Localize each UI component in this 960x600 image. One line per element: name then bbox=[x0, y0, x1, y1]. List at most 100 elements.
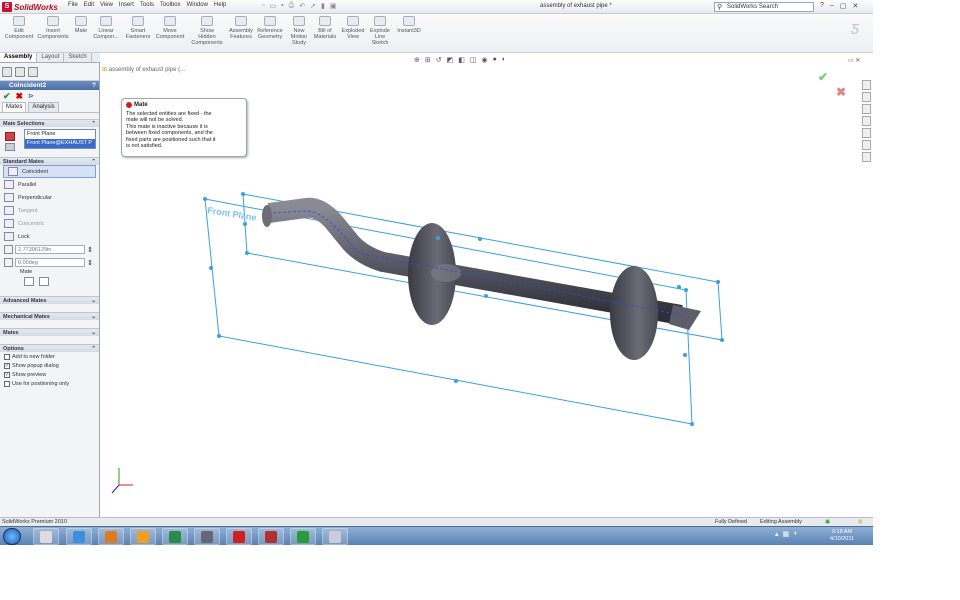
checkbox[interactable] bbox=[4, 353, 10, 360]
design-library-tab-icon[interactable] bbox=[862, 92, 871, 102]
save-icon[interactable]: ▪ bbox=[281, 2, 283, 10]
checkbox[interactable] bbox=[4, 380, 10, 387]
taskbar-excel[interactable] bbox=[290, 528, 316, 545]
standard-mates-section[interactable]: Standard Mates ⌃ bbox=[0, 157, 99, 165]
advanced-mates-section[interactable]: Advanced Mates ⌄ bbox=[0, 296, 99, 304]
app-logo[interactable]: S SolidWorks bbox=[2, 1, 58, 13]
viewport-restore-icon[interactable]: ▭ bbox=[848, 58, 854, 64]
taskbar-app-8[interactable] bbox=[258, 528, 284, 545]
zoom-fit-icon[interactable]: ⊕ bbox=[414, 56, 420, 64]
smart-fasteners-button[interactable]: Smart Fasteners bbox=[121, 16, 155, 40]
taskbar-app-10[interactable] bbox=[322, 528, 348, 545]
selection-item[interactable]: Front Plane@EXHAUST P bbox=[25, 139, 95, 148]
new-icon[interactable]: ▫ bbox=[262, 2, 264, 10]
option-positioning-only[interactable]: Use for positioning only bbox=[0, 379, 99, 388]
pushpin-icon[interactable]: ⊳ bbox=[28, 92, 34, 100]
view-palette-tab-icon[interactable] bbox=[862, 128, 871, 138]
previous-view-icon[interactable]: ↺ bbox=[436, 56, 442, 64]
hide-show-icon[interactable]: ◉ bbox=[482, 56, 488, 64]
restore-icon[interactable]: ▢ bbox=[840, 2, 847, 10]
file-explorer-tab-icon[interactable] bbox=[862, 104, 871, 114]
tab-analysis[interactable]: Analysis bbox=[28, 102, 59, 112]
minimize-icon[interactable]: – bbox=[830, 2, 834, 10]
tab-assembly[interactable]: Assembly bbox=[0, 53, 38, 62]
linear-pattern-button[interactable]: Linear Compon... bbox=[89, 16, 123, 40]
search-tab-icon[interactable] bbox=[862, 116, 871, 126]
status-icon[interactable]: ▣ bbox=[825, 518, 830, 526]
options-section[interactable]: Options ⌃ bbox=[0, 344, 99, 352]
close-icon[interactable]: ✕ bbox=[852, 2, 858, 10]
property-manager-tab-icon[interactable] bbox=[15, 66, 25, 77]
appearances-tab-icon[interactable] bbox=[862, 140, 871, 150]
taskbar-app-1[interactable] bbox=[33, 528, 59, 545]
appearance-icon[interactable]: ● bbox=[493, 56, 497, 64]
menu-edit[interactable]: Edit bbox=[84, 2, 94, 8]
network-icon[interactable]: ▦ bbox=[783, 530, 790, 538]
taskbar-firefox[interactable] bbox=[98, 528, 124, 545]
mate-coincident[interactable]: Coincident bbox=[3, 165, 96, 178]
help-icon[interactable]: ? bbox=[820, 2, 824, 10]
option-add-to-folder[interactable]: Add to new folder bbox=[0, 352, 99, 361]
menu-file[interactable]: File bbox=[68, 2, 78, 8]
menu-view[interactable]: View bbox=[100, 2, 113, 8]
resources-tab-icon[interactable] bbox=[862, 80, 871, 90]
taskbar-app-6[interactable] bbox=[194, 528, 220, 545]
mate-parallel[interactable]: Parallel bbox=[0, 178, 99, 191]
checkbox[interactable]: ✓ bbox=[4, 371, 10, 378]
mate-selections-section[interactable]: Mate Selections ⌃ bbox=[0, 119, 99, 127]
option-show-preview[interactable]: ✓ Show preview bbox=[0, 370, 99, 379]
feature-tree-tab-icon[interactable] bbox=[2, 66, 12, 77]
taskbar-solidworks[interactable] bbox=[226, 528, 252, 545]
taskbar-app-5[interactable] bbox=[162, 528, 188, 545]
selection-item[interactable]: Front Plane bbox=[25, 130, 95, 139]
tab-sketch[interactable]: Sketch bbox=[64, 53, 92, 62]
volume-icon[interactable]: ◖ bbox=[793, 530, 797, 538]
anti-aligned-button[interactable] bbox=[39, 277, 49, 286]
pm-help-icon[interactable]: ? bbox=[92, 81, 96, 90]
distance-input[interactable]: 2.77306129in bbox=[15, 245, 86, 254]
scene-icon[interactable]: ◐ bbox=[502, 56, 506, 64]
clock[interactable]: 9:18 AM 4/10/2011 bbox=[830, 529, 854, 543]
view-orientation-icon[interactable]: ◧ bbox=[458, 56, 465, 64]
tab-mates[interactable]: Mates bbox=[2, 102, 27, 112]
rebuild-icon[interactable]: ▮ bbox=[321, 2, 325, 10]
tray-icon[interactable]: ▴ bbox=[775, 530, 779, 538]
menu-tools[interactable]: Tools bbox=[140, 2, 154, 8]
menu-help[interactable]: Help bbox=[214, 2, 226, 8]
mechanical-mates-section[interactable]: Mechanical Mates ⌄ bbox=[0, 312, 99, 320]
instant3d-button[interactable]: Instant3D bbox=[392, 16, 426, 34]
open-icon[interactable]: ▭ bbox=[269, 2, 276, 10]
aligned-button[interactable] bbox=[24, 277, 34, 286]
spinner-icon[interactable]: ⇕ bbox=[87, 259, 93, 267]
move-component-button[interactable]: Move Component bbox=[153, 16, 187, 40]
menu-window[interactable]: Window bbox=[187, 2, 208, 8]
viewport-close-icon[interactable]: ✕ bbox=[855, 58, 860, 64]
spinner-icon[interactable]: ⇕ bbox=[87, 246, 93, 254]
mate-selections-list[interactable]: Front Plane Front Plane@EXHAUST P bbox=[24, 129, 96, 149]
menu-insert[interactable]: Insert bbox=[119, 2, 134, 8]
ok-icon[interactable]: ✔ bbox=[3, 91, 11, 102]
mate-lock[interactable]: Lock bbox=[0, 230, 99, 243]
mate-tangent[interactable]: Tangent bbox=[0, 204, 99, 217]
flyout-feature-tree[interactable]: ⊞ assembly of exhaust pipe (... bbox=[102, 66, 185, 73]
print-icon[interactable]: ⎙ bbox=[289, 2, 295, 10]
confirm-corner-ok-icon[interactable]: ✔ bbox=[818, 70, 828, 84]
mates-section[interactable]: Mates ⌄ bbox=[0, 328, 99, 336]
mate-concentric[interactable]: Concentric bbox=[0, 217, 99, 230]
undo-icon[interactable]: ↶ bbox=[299, 2, 305, 10]
select-icon[interactable]: ➚ bbox=[310, 2, 316, 10]
checkbox[interactable]: ✓ bbox=[4, 362, 10, 369]
cancel-icon[interactable]: ✖ bbox=[16, 91, 24, 102]
section-view-icon[interactable]: ◩ bbox=[447, 56, 454, 64]
custom-properties-tab-icon[interactable] bbox=[862, 152, 871, 162]
menu-toolbox[interactable]: Toolbox bbox=[160, 2, 181, 8]
mate-perpendicular[interactable]: Perpendicular bbox=[0, 191, 99, 204]
confirm-corner-cancel-icon[interactable]: ✖ bbox=[836, 85, 846, 99]
tab-layout[interactable]: Layout bbox=[37, 53, 65, 62]
search-input[interactable]: ⚲ SolidWorks Search bbox=[714, 2, 814, 12]
display-style-icon[interactable]: ◫ bbox=[470, 56, 477, 64]
taskbar-outlook[interactable] bbox=[130, 528, 156, 545]
configuration-manager-tab-icon[interactable] bbox=[28, 66, 38, 77]
pipe-end[interactable] bbox=[262, 205, 272, 227]
options-icon[interactable]: ▣ bbox=[330, 2, 337, 10]
